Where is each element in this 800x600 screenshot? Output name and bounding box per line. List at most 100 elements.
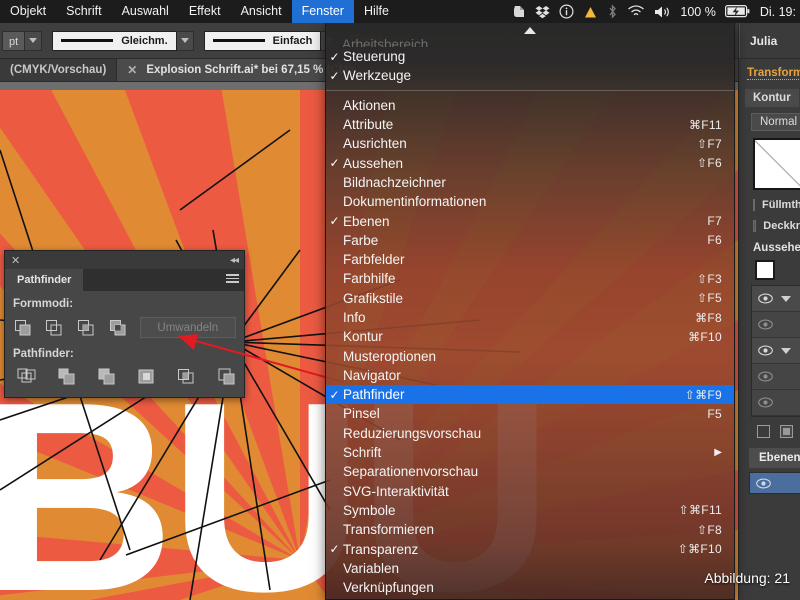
menu-item-schrift[interactable]: Schrift▶ xyxy=(326,443,734,462)
macos-menu-hilfe[interactable]: Hilfe xyxy=(354,0,399,23)
menu-item-steuerung[interactable]: ✓Steuerung xyxy=(326,47,734,66)
eye-icon[interactable] xyxy=(752,397,778,408)
none-swatch[interactable] xyxy=(753,138,800,190)
menu-item-aussehen[interactable]: ✓Aussehen⇧F6 xyxy=(326,153,734,172)
document-tab-1[interactable]: (CMYK/Vorschau) xyxy=(0,59,117,81)
menu-item-verkn-pfungen[interactable]: Verknüpfungen xyxy=(326,578,734,597)
opacity-checkbox-row[interactable]: Deckkr xyxy=(753,220,800,232)
macos-menu-objekt[interactable]: Objekt xyxy=(0,0,56,23)
menu-scroll-up-arrow-icon[interactable] xyxy=(326,23,734,37)
checkbox-icon[interactable] xyxy=(753,220,756,232)
list-item[interactable] xyxy=(752,390,800,416)
stroke-profile-combo[interactable]: Gleichm. xyxy=(52,31,193,51)
battery-icon[interactable] xyxy=(725,0,751,23)
menu-item-ausrichten[interactable]: Ausrichten⇧F7 xyxy=(326,134,734,153)
brush-definition-field[interactable]: Einfach xyxy=(204,31,322,51)
menu-item-werkzeuge[interactable]: ✓Werkzeuge xyxy=(326,66,734,85)
shape-modes-row[interactable]: Umwandeln xyxy=(13,317,236,338)
appearance-swatch[interactable] xyxy=(755,260,775,280)
menu-item-variablen[interactable]: Variablen xyxy=(326,559,734,578)
brush-definition-combo[interactable]: Einfach xyxy=(204,31,339,51)
menu-item-pinsel[interactable]: PinselF5 xyxy=(326,404,734,423)
menu-item-reduzierungsvorschau[interactable]: Reduzierungsvorschau xyxy=(326,424,734,443)
layer-row-selected[interactable] xyxy=(749,472,800,494)
checkbox-icon[interactable] xyxy=(753,199,755,211)
macos-menu-effekt[interactable]: Effekt xyxy=(179,0,231,23)
dropbox-icon[interactable] xyxy=(535,0,550,23)
stroke-panel[interactable]: Kontur Normal Füllmth Deckkr Aussehen xyxy=(739,88,800,494)
pathfinder-ops-row[interactable] xyxy=(13,367,236,387)
close-icon[interactable]: ✕ xyxy=(127,63,137,77)
menu-item-transparenz[interactable]: ✓Transparenz⇧⌘F10 xyxy=(326,539,734,558)
eye-icon[interactable] xyxy=(750,478,776,489)
list-item[interactable] xyxy=(752,286,800,312)
menu-item-svg-interaktivit-t[interactable]: SVG-Interaktivität xyxy=(326,482,734,501)
duplicate-item-icon[interactable] xyxy=(780,425,793,438)
menu-item-attribute[interactable]: Attribute⌘F11 xyxy=(326,115,734,134)
eye-icon[interactable] xyxy=(752,293,778,304)
menu-item-ebenen[interactable]: ✓EbenenF7 xyxy=(326,211,734,230)
minus-back-icon[interactable] xyxy=(217,367,237,387)
list-item[interactable] xyxy=(752,338,800,364)
menu-item-navigator[interactable]: Navigator xyxy=(326,366,734,385)
menu-item-symbole[interactable]: Symbole⇧⌘F11 xyxy=(326,501,734,520)
pathfinder-panel-titlebar[interactable]: ✕ ◂◂ xyxy=(5,251,244,269)
menu-item-pathfinder[interactable]: ✓Pathfinder⇧⌘F9 xyxy=(326,385,734,404)
list-item[interactable] xyxy=(752,364,800,390)
macos-menu-ansicht[interactable]: Ansicht xyxy=(231,0,292,23)
menu-item-bildnachzeichner[interactable]: Bildnachzeichner xyxy=(326,173,734,192)
fill-method-checkbox-row[interactable]: Füllmth xyxy=(753,199,800,211)
clock-label[interactable]: Di. 19: xyxy=(760,5,796,19)
intersect-icon[interactable] xyxy=(76,318,96,338)
eye-icon[interactable] xyxy=(752,345,778,356)
appearance-panel-footer[interactable] xyxy=(757,425,800,438)
collapse-icon[interactable]: ◂◂ xyxy=(230,255,238,266)
macos-menu-fenster[interactable]: Fenster xyxy=(292,0,354,23)
chevron-down-icon[interactable] xyxy=(781,296,791,302)
volume-icon[interactable] xyxy=(654,0,671,23)
eye-icon[interactable] xyxy=(752,371,778,382)
transform-link[interactable]: Transform xyxy=(739,59,800,88)
close-icon[interactable]: ✕ xyxy=(11,254,20,267)
right-dock[interactable]: Julia Transform Kontur Normal Füllmth De… xyxy=(738,23,800,600)
list-item[interactable] xyxy=(752,312,800,338)
tab-pathfinder[interactable]: Pathfinder xyxy=(5,269,83,291)
menu-item-cut-top[interactable]: Arbeitsbereich xyxy=(326,37,734,47)
expand-button[interactable]: Umwandeln xyxy=(140,317,237,338)
minus-front-icon[interactable] xyxy=(45,318,65,338)
info-circle-icon[interactable] xyxy=(559,0,574,23)
macos-status-items[interactable]: 100 % Di. 19: xyxy=(511,0,800,23)
evernote-icon[interactable] xyxy=(511,0,526,23)
chevron-down-icon[interactable] xyxy=(781,348,791,354)
triangle-icon[interactable] xyxy=(583,0,598,23)
macos-menu-auswahl[interactable]: Auswahl xyxy=(112,0,179,23)
divide-icon[interactable] xyxy=(17,367,37,387)
menu-item-transformieren[interactable]: Transformieren⇧F8 xyxy=(326,520,734,539)
wifi-icon[interactable] xyxy=(627,0,645,23)
menu-item-aktionen[interactable]: Aktionen xyxy=(326,96,734,115)
outline-icon[interactable] xyxy=(177,367,197,387)
stroke-profile-field[interactable]: Gleichm. xyxy=(52,31,176,51)
eye-icon[interactable] xyxy=(752,319,778,330)
crop-icon[interactable] xyxy=(137,367,157,387)
menu-item-grafikstile[interactable]: Grafikstile⇧F5 xyxy=(326,289,734,308)
new-item-icon[interactable] xyxy=(757,425,770,438)
menu-item-musteroptionen[interactable]: Musteroptionen xyxy=(326,346,734,365)
menu-item-farbhilfe[interactable]: Farbhilfe⇧F3 xyxy=(326,269,734,288)
merge-icon[interactable] xyxy=(97,367,117,387)
blend-mode-select[interactable]: Normal xyxy=(751,113,800,131)
bluetooth-icon[interactable] xyxy=(607,0,618,23)
macos-menu-schrift[interactable]: Schrift xyxy=(56,0,111,23)
menu-item-kontur[interactable]: Kontur⌘F10 xyxy=(326,327,734,346)
unit-field[interactable]: pt xyxy=(2,31,25,51)
unit-combo[interactable]: pt xyxy=(2,31,42,51)
unite-icon[interactable] xyxy=(13,318,33,338)
unit-dropdown-icon[interactable] xyxy=(25,31,42,51)
menu-item-separationenvorschau[interactable]: Separationenvorschau xyxy=(326,462,734,481)
fenster-dropdown-menu[interactable]: Arbeitsbereich ✓Steuerung✓Werkzeuge Aktio… xyxy=(325,23,735,600)
menu-item-farbe[interactable]: FarbeF6 xyxy=(326,231,734,250)
appearance-list[interactable] xyxy=(751,285,800,417)
exclude-icon[interactable] xyxy=(108,318,128,338)
macos-menubar[interactable]: ObjektSchriftAuswahlEffektAnsichtFenster… xyxy=(0,0,800,23)
menu-item-dokumentinformationen[interactable]: Dokumentinformationen xyxy=(326,192,734,211)
